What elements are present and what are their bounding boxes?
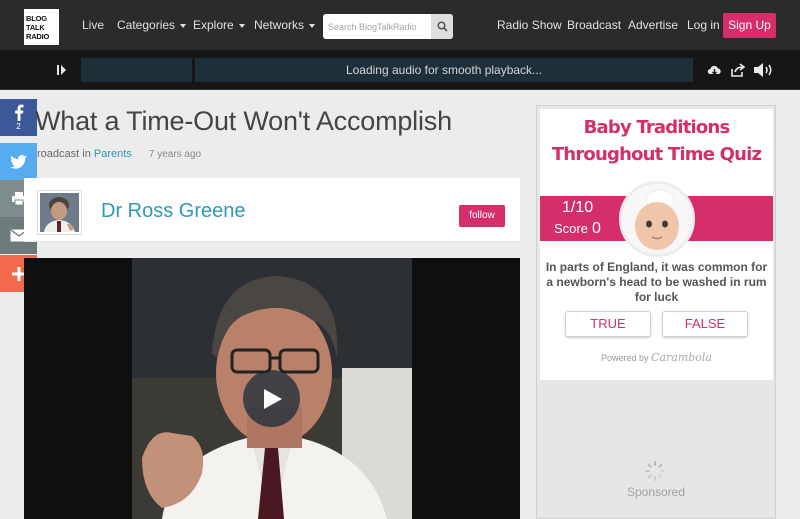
search-button[interactable] <box>431 14 453 39</box>
facebook-share-count: 2 <box>16 122 21 131</box>
nav-networks-label: Networks <box>254 18 305 32</box>
quiz-title: Baby Traditions Throughout Time Quiz <box>540 114 773 168</box>
search-input[interactable] <box>323 14 431 39</box>
quiz-true-button[interactable]: TRUE <box>565 311 651 337</box>
quiz-question: In parts of England, it was common for a… <box>545 260 768 304</box>
nav-explore-label: Explore <box>193 18 234 32</box>
host-card: Dr Ross Greene <box>24 178 520 242</box>
video-play-button[interactable] <box>243 370 300 427</box>
powered-by-label: Powered by <box>600 353 649 363</box>
video-player[interactable] <box>24 258 520 519</box>
chevron-down-icon <box>309 23 316 28</box>
episode-meta: roadcast in Parents 7 years ago <box>37 148 201 160</box>
twitter-icon <box>10 154 27 169</box>
search-box <box>323 14 453 39</box>
host-name-link[interactable]: Dr Ross Greene <box>101 200 246 223</box>
quiz-score-label: Score <box>554 221 588 236</box>
nav-advertise-link[interactable]: Advertise <box>628 0 678 50</box>
quiz-baby-image <box>619 181 695 257</box>
chevron-down-icon <box>180 23 187 28</box>
nav-live-link[interactable]: Live <box>82 0 104 50</box>
logo-line-1: BLOG <box>26 14 47 23</box>
host-avatar[interactable] <box>37 190 82 235</box>
nav-categories-menu[interactable]: Categories <box>117 0 187 50</box>
nav-radio-show-link[interactable]: Radio Show <box>497 0 562 50</box>
logo-line-2: TALK <box>26 23 45 32</box>
twitter-share-button[interactable] <box>0 143 37 180</box>
quiz-title-line-2: Throughout Time Quiz <box>551 144 762 165</box>
nav-explore-menu[interactable]: Explore <box>193 0 245 50</box>
download-cloud-icon[interactable] <box>705 60 723 80</box>
top-navigation-bar: BLOG TALK RADIO Live Categories Explore … <box>0 0 800 50</box>
share-export-icon[interactable] <box>729 60 747 80</box>
quiz-score-value: 0 <box>591 220 601 237</box>
nav-categories-label: Categories <box>117 18 176 32</box>
audio-player-bar: Loading audio for smooth playback... <box>0 50 800 90</box>
quiz-widget: Baby Traditions Throughout Time Quiz 1/1… <box>540 109 773 380</box>
nav-broadcast-link[interactable]: Broadcast <box>567 0 621 50</box>
broadcast-in-label: roadcast in <box>37 148 91 160</box>
carambola-logo: Carambola <box>651 351 712 364</box>
facebook-icon <box>14 104 23 121</box>
episode-title: What a Time-Out Won't Accomplish <box>35 106 452 136</box>
quiz-false-button[interactable]: FALSE <box>662 311 748 337</box>
host-photo <box>40 193 79 232</box>
blogtalkradio-logo[interactable]: BLOG TALK RADIO <box>24 9 59 45</box>
play-pause-icon[interactable] <box>56 63 68 77</box>
nav-login-link[interactable]: Log in <box>687 0 720 50</box>
chevron-down-icon <box>238 23 245 28</box>
signup-button[interactable]: Sign Up <box>723 13 776 38</box>
quiz-title-line-1: Baby Traditions <box>583 117 731 138</box>
category-link[interactable]: Parents <box>94 148 132 160</box>
follow-button[interactable]: follow <box>459 205 505 227</box>
loading-spinner-icon <box>645 461 665 481</box>
player-status-text: Loading audio for smooth playback... <box>195 58 693 82</box>
facebook-share-button[interactable]: 2 <box>0 99 37 136</box>
search-icon <box>436 21 448 32</box>
episode-age: 7 years ago <box>148 149 202 160</box>
player-progress-segment[interactable] <box>81 58 192 82</box>
volume-icon[interactable] <box>752 60 776 80</box>
quiz-score: Score 0 <box>554 220 601 238</box>
quiz-powered-by[interactable]: Powered by Carambola <box>540 351 773 364</box>
sponsored-label: Sponsored <box>626 485 686 499</box>
nav-networks-menu[interactable]: Networks <box>254 0 316 50</box>
logo-line-3: RADIO <box>26 32 50 41</box>
play-icon <box>263 388 282 409</box>
quiz-progress: 1/10 <box>562 199 594 216</box>
